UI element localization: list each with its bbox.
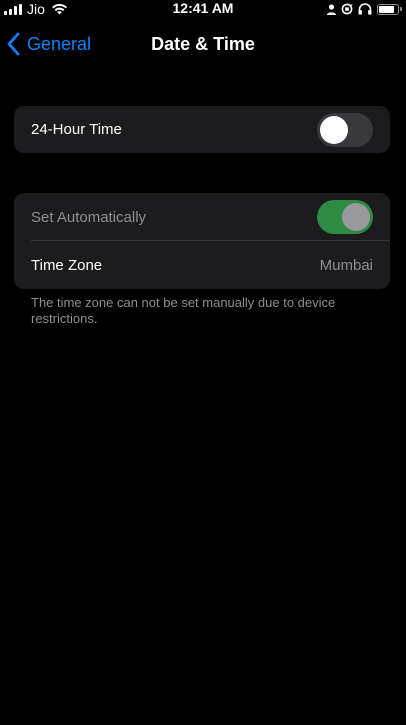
- time-zone-restriction-note: The time zone can not be set manually du…: [31, 295, 336, 326]
- toggle-24-hour-time[interactable]: [317, 112, 373, 147]
- navigation-bar: General Date & Time: [0, 22, 406, 66]
- page-title: Date & Time: [151, 34, 255, 54]
- status-bar-right: [327, 1, 402, 17]
- settings-group-time-zone: Set Automatically Time Zone Mumbai: [14, 193, 390, 289]
- status-bar: Jio 12:41 AM: [0, 0, 406, 18]
- row-set-automatically: Set Automatically: [14, 193, 390, 241]
- person-icon: [327, 3, 336, 15]
- toggle-set-automatically[interactable]: [317, 200, 373, 234]
- row-time-zone[interactable]: Time Zone Mumbai: [14, 241, 390, 289]
- battery-level: [379, 5, 394, 13]
- toggle-knob: [342, 203, 370, 231]
- row-24-hour-time: 24-Hour Time: [14, 106, 390, 153]
- headphones-icon: [358, 3, 372, 15]
- time-zone-value: Mumbai: [319, 256, 373, 274]
- row-label-time-zone: Time Zone: [31, 256, 103, 274]
- row-label-24-hour-time: 24-Hour Time: [31, 121, 122, 138]
- toggle-knob: [320, 115, 348, 144]
- settings-group-24-hour: 24-Hour Time: [14, 106, 390, 153]
- row-label-set-automatically: Set Automatically: [31, 208, 147, 226]
- battery-icon: [377, 3, 402, 15]
- orientation-lock-icon: [341, 3, 353, 15]
